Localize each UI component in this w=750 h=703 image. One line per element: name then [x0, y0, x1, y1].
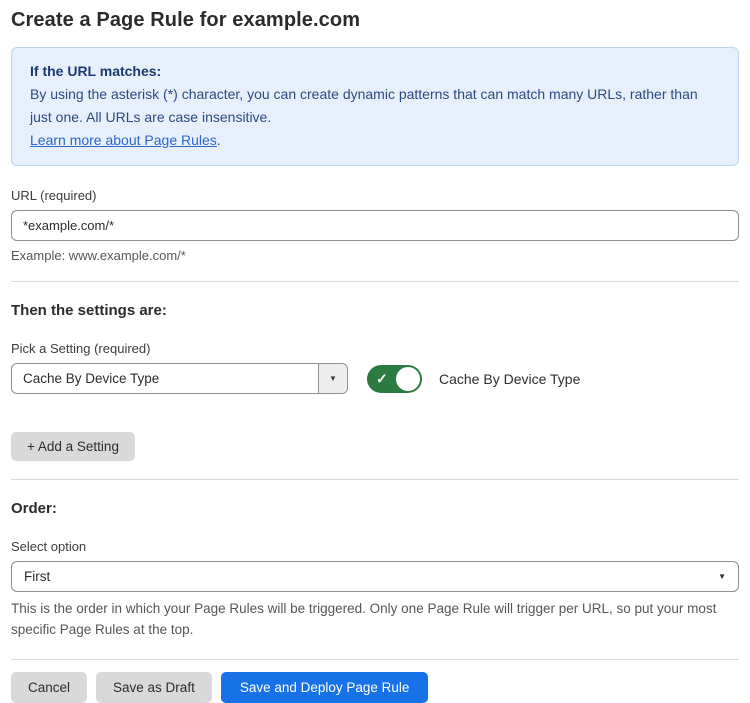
divider: [11, 479, 739, 480]
setting-picker-dropdown[interactable]: Cache By Device Type ▼: [11, 363, 348, 394]
settings-section-heading: Then the settings are:: [11, 302, 739, 319]
checkmark-icon: ✓: [376, 371, 388, 385]
url-match-info-box: If the URL matches: By using the asteris…: [11, 47, 739, 166]
add-setting-button[interactable]: + Add a Setting: [11, 432, 135, 461]
url-field-label: URL (required): [11, 188, 739, 203]
toggle-knob: [396, 367, 420, 391]
url-example-hint: Example: www.example.com/*: [11, 248, 739, 263]
order-select-dropdown[interactable]: First ▼: [11, 561, 739, 592]
order-section-heading: Order:: [11, 500, 739, 517]
info-box-link-line: Learn more about Page Rules.: [30, 129, 720, 152]
url-input[interactable]: [11, 210, 739, 241]
learn-more-link[interactable]: Learn more about Page Rules: [30, 132, 217, 148]
setting-picker-arrow-button[interactable]: ▼: [318, 364, 347, 393]
info-box-heading: If the URL matches:: [30, 60, 720, 83]
link-suffix: .: [217, 132, 221, 148]
divider: [11, 659, 739, 660]
chevron-down-icon: ▼: [718, 572, 726, 581]
order-select-value: First: [24, 569, 50, 584]
pick-setting-label: Pick a Setting (required): [11, 341, 739, 356]
cache-by-device-type-toggle[interactable]: ✓: [367, 365, 422, 393]
chevron-down-icon: ▼: [329, 374, 337, 383]
order-help-text: This is the order in which your Page Rul…: [11, 598, 731, 640]
toggle-label: Cache By Device Type: [439, 371, 580, 387]
setting-picker-value: Cache By Device Type: [12, 364, 318, 393]
order-select-label: Select option: [11, 539, 739, 554]
page-title: Create a Page Rule for example.com: [11, 9, 739, 32]
setting-row: Cache By Device Type ▼ ✓ Cache By Device…: [11, 363, 739, 394]
info-box-body: By using the asterisk (*) character, you…: [30, 83, 720, 129]
create-page-rule-form: Create a Page Rule for example.com If th…: [0, 9, 750, 703]
divider: [11, 281, 739, 282]
